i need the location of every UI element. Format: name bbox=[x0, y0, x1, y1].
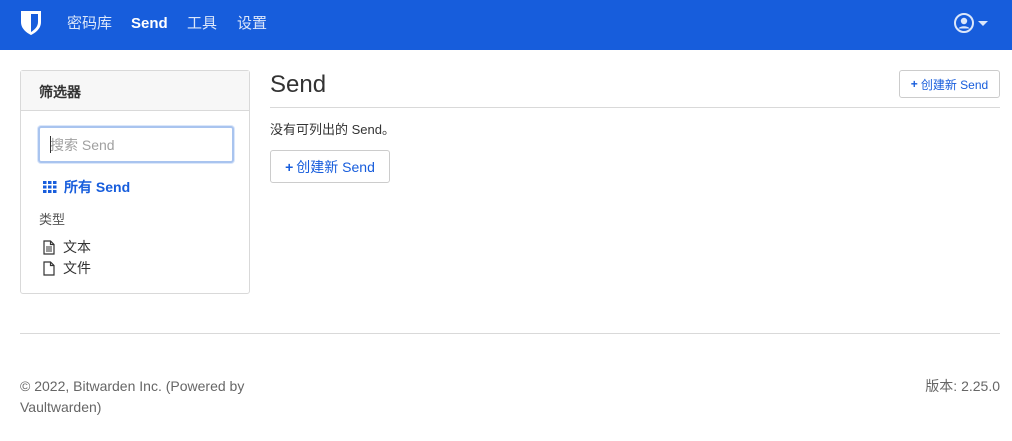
type-heading: 类型 bbox=[39, 212, 66, 227]
filter-type-file-label: 文件 bbox=[63, 260, 91, 276]
filter-all-send[interactable]: 所有 Send bbox=[43, 177, 130, 197]
file-text-icon bbox=[43, 239, 55, 255]
filter-type-file[interactable]: 文件 bbox=[43, 258, 91, 278]
shield-icon[interactable] bbox=[20, 10, 42, 36]
nav-send-link[interactable]: Send bbox=[131, 14, 168, 34]
text-cursor bbox=[50, 136, 51, 153]
footer-version: 版本: 2.25.0 bbox=[925, 378, 1000, 394]
nav-settings-link[interactable]: 设置 bbox=[237, 14, 267, 34]
filter-type-text-label: 文本 bbox=[63, 239, 91, 255]
footer-copyright: © 2022, Bitwarden Inc. (Powered by Vault… bbox=[20, 378, 245, 415]
filter-panel-title: 筛选器 bbox=[21, 71, 249, 111]
plus-icon: + bbox=[910, 77, 918, 91]
account-menu-button[interactable] bbox=[954, 12, 988, 34]
title-divider bbox=[270, 107, 1000, 108]
top-navbar: 密码库 Send 工具 设置 bbox=[0, 0, 1012, 50]
chevron-down-icon bbox=[978, 20, 988, 26]
create-send-button-header[interactable]: + 创建新 Send bbox=[899, 70, 1000, 98]
empty-message: 没有可列出的 Send。 bbox=[270, 122, 395, 137]
nav-tools-link[interactable]: 工具 bbox=[187, 14, 217, 34]
search-send-input[interactable] bbox=[40, 128, 232, 161]
create-send-button-label: 创建新 Send bbox=[296, 158, 375, 175]
search-send-field[interactable] bbox=[38, 126, 234, 163]
page-title: Send bbox=[270, 71, 327, 98]
create-send-button-header-label: 创建新 Send bbox=[920, 77, 989, 92]
filter-type-text[interactable]: 文本 bbox=[43, 237, 91, 257]
user-circle-icon bbox=[954, 13, 974, 33]
plus-icon: + bbox=[285, 158, 294, 175]
filter-all-send-label: 所有 Send bbox=[64, 179, 131, 195]
footer-divider bbox=[20, 333, 1000, 334]
nav-vault-link[interactable]: 密码库 bbox=[67, 14, 112, 34]
filter-panel: 筛选器 所有 Send 类型 文本 文件 bbox=[20, 70, 250, 294]
file-icon bbox=[43, 260, 55, 276]
grid-icon bbox=[43, 181, 57, 193]
create-send-button[interactable]: + 创建新 Send bbox=[270, 150, 390, 183]
